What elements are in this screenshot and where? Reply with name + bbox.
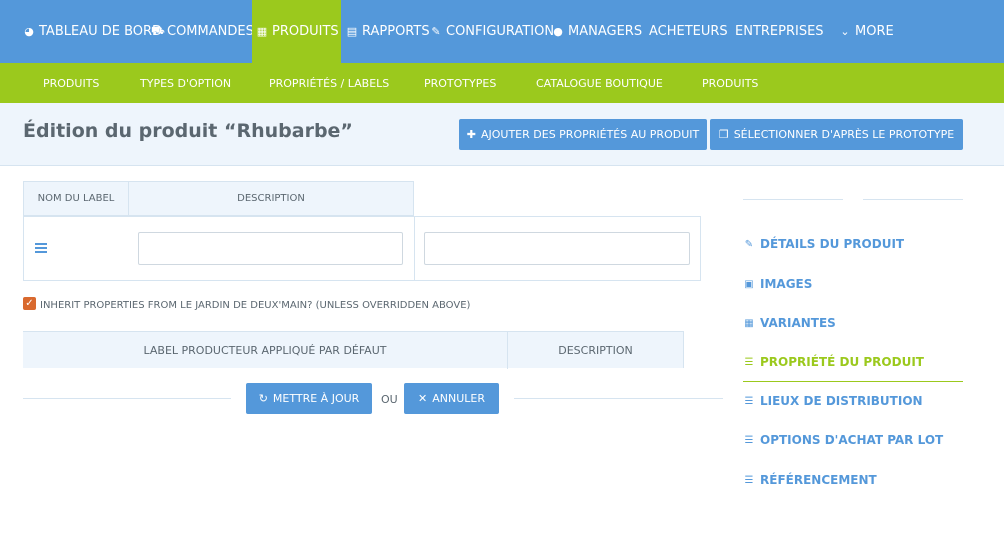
edit-icon: ✎ [744, 238, 754, 250]
nav-tableau-de-bord[interactable]: ◕ TABLEAU DE BORD [23, 0, 162, 63]
nav-label: MORE [855, 24, 894, 39]
sidebar-item-label: VARIANTES [760, 316, 836, 330]
subnav-label: CATALOGUE BOUTIQUE [536, 76, 663, 90]
subnav-produits[interactable]: PRODUITS [43, 63, 99, 103]
subnav-types-option[interactable]: TYPES D'OPTION [140, 63, 231, 103]
producer-table-header: LABEL PRODUCTEUR APPLIQUÉ PAR DÉFAUT DES… [23, 331, 684, 369]
user-icon: ● [553, 25, 563, 38]
grid-icon: ▦ [744, 317, 754, 329]
select-prototype-button[interactable]: ❐ SÉLECTIONNER D'APRÈS LE PROTOTYPE [710, 119, 963, 150]
sidebar-item-product-details[interactable]: ✎ DÉTAILS DU PRODUIT [743, 234, 904, 254]
sub-navigation: PRODUITS TYPES D'OPTION PROPRIÉTÉS / LAB… [0, 63, 1004, 103]
nav-label: CONFIGURATION [446, 24, 555, 39]
sidebar-item-distribution-places[interactable]: ☰ LIEUX DE DISTRIBUTION [743, 391, 923, 411]
or-text: OU [381, 393, 398, 406]
nav-commandes[interactable]: ⛟ COMMANDES [151, 0, 254, 63]
sidebar-item-seo[interactable]: ☰ RÉFÉRENCEMENT [743, 470, 877, 490]
subnav-catalogue-boutique[interactable]: CATALOGUE BOUTIQUE [536, 63, 663, 103]
subnav-label: PROPRIÉTÉS / LABELS [269, 76, 390, 90]
column-header-default-producer-label: LABEL PRODUCTEUR APPLIQUÉ PAR DÉFAUT [143, 344, 387, 357]
list-icon: ☰ [744, 395, 754, 407]
properties-table-header: NOM DU LABEL DESCRIPTION [23, 181, 414, 216]
label-name-input[interactable] [138, 232, 403, 265]
column-divider [414, 217, 415, 280]
sidebar-active-indicator [743, 381, 963, 382]
drag-handle-icon[interactable] [35, 243, 47, 253]
sidebar-item-label: PROPRIÉTÉ DU PRODUIT [760, 355, 924, 369]
sidebar-item-product-property[interactable]: ☰ PROPRIÉTÉ DU PRODUIT [743, 352, 924, 372]
add-properties-button[interactable]: ✚ AJOUTER DES PROPRIÉTÉS AU PRODUIT [459, 119, 707, 150]
grid-icon: ▦ [256, 25, 268, 38]
cancel-button[interactable]: ✕ ANNULER [404, 383, 499, 414]
cart-icon: ⛟ [151, 24, 165, 37]
inherit-label: INHERIT PROPERTIES FROM LE JARDIN DE DEU… [40, 300, 471, 311]
button-label: AJOUTER DES PROPRIÉTÉS AU PRODUIT [480, 128, 700, 141]
subnav-prototypes[interactable]: PROTOTYPES [424, 63, 496, 103]
subnav-produits-2[interactable]: PRODUITS [702, 63, 758, 103]
file-icon: ▤ [346, 25, 358, 38]
sidebar-divider [863, 199, 963, 200]
image-icon: ▣ [744, 278, 754, 290]
sidebar-item-label: OPTIONS D'ACHAT PAR LOT [760, 433, 944, 447]
sidebar-item-images[interactable]: ▣ IMAGES [743, 274, 812, 294]
nav-produits[interactable]: ▦ PRODUITS [252, 0, 341, 63]
list-icon: ☰ [744, 474, 754, 486]
button-label: SÉLECTIONNER D'APRÈS LE PROTOTYPE [733, 128, 955, 141]
subnav-label: PRODUITS [702, 76, 759, 90]
copy-icon: ❐ [718, 128, 729, 141]
wrench-icon: ✎ [431, 25, 441, 38]
divider-line [514, 398, 723, 399]
button-label: METTRE À JOUR [272, 392, 360, 405]
page-title: Édition du produit “Rhubarbe” [23, 120, 353, 142]
nav-acheteurs[interactable]: ACHETEURS [649, 0, 728, 63]
subnav-proprietes-labels[interactable]: PROPRIÉTÉS / LABELS [269, 63, 389, 103]
nav-label: ENTREPRISES [735, 24, 824, 39]
nav-entreprises[interactable]: ENTREPRISES [735, 0, 824, 63]
top-navigation: ◕ TABLEAU DE BORD ⛟ COMMANDES ▦ PRODUITS… [0, 0, 1004, 63]
list-icon: ☰ [744, 356, 754, 368]
subnav-label: TYPES D'OPTION [140, 76, 232, 90]
nav-configuration[interactable]: ✎ CONFIGURATION [430, 0, 554, 63]
nav-rapports[interactable]: ▤ RAPPORTS [346, 0, 430, 63]
button-label: ANNULER [432, 392, 485, 405]
sidebar-divider [743, 199, 843, 200]
inherit-checkbox[interactable]: ✓ [23, 297, 36, 310]
plus-icon: ✚ [466, 128, 476, 141]
update-button[interactable]: ↻ METTRE À JOUR [246, 383, 372, 414]
description-input[interactable] [424, 232, 690, 265]
nav-label: RAPPORTS [362, 24, 430, 39]
subnav-label: PROTOTYPES [424, 76, 497, 90]
column-header-description: DESCRIPTION [558, 344, 633, 357]
nav-label: ACHETEURS [649, 24, 728, 39]
nav-label: MANAGERS [568, 24, 643, 39]
divider-line [23, 398, 231, 399]
sidebar-item-variants[interactable]: ▦ VARIANTES [743, 313, 836, 333]
subnav-label: PRODUITS [43, 76, 100, 90]
nav-label: TABLEAU DE BORD [39, 24, 163, 39]
nav-more[interactable]: ⌄ MORE [839, 0, 894, 63]
sidebar-item-bulk-options[interactable]: ☰ OPTIONS D'ACHAT PAR LOT [743, 430, 944, 450]
sidebar-item-label: LIEUX DE DISTRIBUTION [760, 394, 923, 408]
nav-managers[interactable]: ● MANAGERS [552, 0, 642, 63]
table-row [23, 216, 701, 281]
sidebar-item-label: RÉFÉRENCEMENT [760, 473, 877, 487]
dashboard-icon: ◕ [24, 25, 34, 38]
sidebar-item-label: IMAGES [760, 277, 813, 291]
list-icon: ☰ [744, 434, 754, 446]
close-icon: ✕ [418, 392, 428, 405]
chevron-down-icon: ⌄ [840, 25, 850, 38]
nav-label: COMMANDES [167, 24, 254, 39]
column-header-label-name: NOM DU LABEL [37, 193, 115, 204]
sidebar-item-label: DÉTAILS DU PRODUIT [760, 237, 905, 251]
nav-label: PRODUITS [272, 24, 339, 39]
column-header-description: DESCRIPTION [237, 193, 305, 204]
refresh-icon: ↻ [258, 392, 268, 405]
